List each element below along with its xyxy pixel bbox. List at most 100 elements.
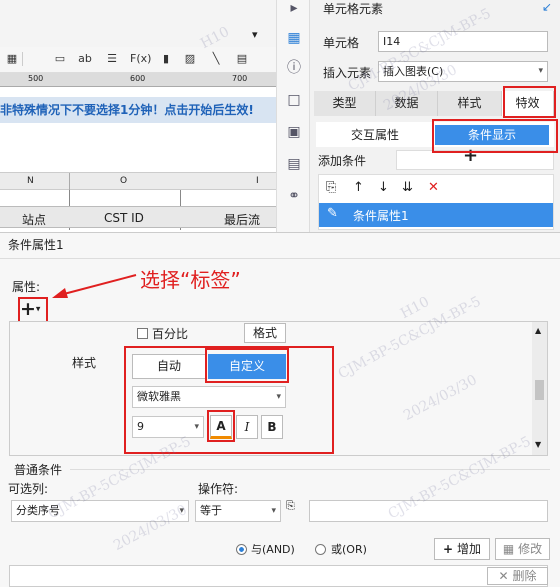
image-icon[interactable]: ▨ (182, 52, 198, 66)
operator-value: 等于 (200, 504, 222, 517)
insert-element-select[interactable]: 插入图表(C) ▾ (378, 61, 548, 82)
cell-input[interactable]: I14 (378, 31, 548, 52)
table-header-cell[interactable]: 站点 (22, 211, 46, 228)
annotation-text: 选择“标签” (140, 268, 241, 292)
delete-icon[interactable]: ✕ (428, 180, 439, 195)
sheet-icon[interactable]: ▤ (234, 52, 250, 66)
column-value: 分类序号 (16, 504, 60, 517)
merge-cells-icon[interactable]: ▭ (52, 52, 68, 66)
column-letter: I (256, 176, 259, 186)
side-icon-strip: ▸ ▦ ⓘ □ ▣ ▤ ⚭ (276, 0, 310, 232)
normal-condition-label: 普通条件 (14, 463, 63, 477)
value-input[interactable] (309, 500, 548, 522)
scrollbar[interactable]: ▲ ▼ (532, 322, 547, 455)
condition-item-label: 条件属性1 (353, 209, 409, 223)
tab-data[interactable]: 数据 (376, 91, 438, 116)
add-condition-label: 添加条件 (318, 154, 367, 168)
toolbar-dropdown-icon[interactable]: ▾ (252, 28, 258, 41)
table-header-row: 站点 CST ID 最后流 (0, 206, 276, 228)
highlight-box (503, 86, 556, 118)
scroll-down-icon[interactable]: ▼ (535, 440, 541, 449)
cell-label: 单元格 (323, 36, 360, 50)
list-icon[interactable]: ☰ (104, 52, 120, 66)
grid-icon[interactable]: ▦ (4, 52, 20, 66)
subtab-interaction[interactable]: 交互属性 (330, 126, 420, 144)
attribute-label: 属性: (12, 280, 41, 294)
highlight-box (207, 410, 235, 442)
percent-label: 百分比 (152, 327, 189, 341)
and-radio[interactable] (236, 544, 247, 555)
plus-icon: + (443, 542, 454, 556)
pencil-icon: ✎ (327, 206, 338, 221)
close-icon: ✕ (498, 569, 509, 583)
server-icon[interactable]: ▤ (286, 156, 302, 172)
ruler: 500 600 700 (0, 73, 276, 87)
column-letter: N (27, 176, 34, 186)
ruler-mark: 700 (232, 74, 248, 83)
delete-label: 删除 (512, 569, 537, 583)
formula-abc-icon[interactable]: ⎘ (286, 499, 295, 513)
highlight-box (18, 297, 48, 324)
operator-label: 操作符: (198, 482, 239, 496)
collapse-arrow-icon[interactable]: ↙ (542, 0, 552, 14)
arrow-up-icon[interactable]: ↑ (353, 180, 364, 195)
operator-select[interactable]: 等于 ▾ (195, 500, 281, 522)
modify-button[interactable]: ▦ 修改 (495, 538, 550, 560)
ruler-mark: 500 (28, 74, 44, 83)
add-label: 增加 (456, 542, 481, 556)
text-icon[interactable]: ab (77, 52, 93, 66)
panel-title: 单元格元素 (323, 2, 384, 16)
annotation-arrow (52, 274, 137, 298)
column-label: 可选列: (8, 482, 49, 496)
widget-icon[interactable]: ▣ (286, 124, 302, 140)
delete-button[interactable]: ✕ 删除 (487, 567, 548, 585)
column-letter: O (120, 176, 128, 186)
highlight-box (205, 348, 289, 383)
scroll-up-icon[interactable]: ▲ (535, 326, 541, 335)
scroll-thumb[interactable] (535, 380, 544, 400)
modify-label: 修改 (518, 542, 543, 556)
column-header: N O I (0, 172, 276, 191)
chevron-down-icon: ▾ (271, 506, 276, 516)
copy-icon[interactable]: ⎘ (326, 180, 336, 195)
highlight-box (432, 119, 558, 153)
insert-element-label: 插入元素 (323, 66, 372, 80)
move-bottom-icon[interactable]: ⇊ (402, 180, 413, 195)
divider (70, 469, 550, 470)
or-label: 或(OR) (331, 543, 367, 556)
style-label: 样式 (72, 356, 97, 370)
table-header-cell[interactable]: 最后流 (224, 211, 260, 228)
cell-attribute-icon[interactable]: ⓘ (286, 60, 302, 76)
ruler-mark: 600 (130, 74, 146, 83)
tab-style[interactable]: 样式 (438, 91, 502, 116)
border-icon[interactable]: □ (286, 92, 302, 108)
tab-type[interactable]: 类型 (314, 91, 376, 116)
percent-checkbox[interactable] (137, 328, 148, 339)
notice-text: 非特殊情况下不要选择1分钟！点击开始后生效! (0, 97, 276, 123)
table-header-cell[interactable]: CST ID (104, 211, 144, 225)
cell-element-panel: 单元格元素 ↙ 单元格 I14 插入元素 插入图表(C) ▾ 类型 数据 样式 … (310, 0, 560, 232)
insert-element-value: 插入图表(C) (383, 65, 444, 78)
and-label: 与(AND) (251, 543, 295, 556)
formatting-toolbar: ▦ ▭ ab ☰ F(x) ▮ ▨ ╲ ▤ (0, 47, 276, 73)
cell-element-icon[interactable]: ▦ (286, 30, 302, 46)
chevron-down-icon: ▾ (179, 506, 184, 516)
divider (0, 258, 560, 259)
slash-icon[interactable]: ╲ (208, 52, 224, 66)
edit-icon: ▦ (502, 542, 515, 556)
condition-list-item[interactable]: ✎ 条件属性1 (319, 203, 553, 227)
condition-list-box (9, 565, 548, 587)
dialog-title: 条件属性1 (8, 238, 64, 252)
column-select[interactable]: 分类序号 ▾ (11, 500, 189, 522)
arrow-down-icon[interactable]: ↓ (378, 180, 389, 195)
or-radio[interactable] (315, 544, 326, 555)
formula-icon[interactable]: F(x) (130, 52, 151, 66)
column-divider (69, 173, 70, 191)
chart-icon[interactable]: ▮ (158, 52, 174, 66)
format-button[interactable]: 格式 (244, 323, 286, 343)
link-icon[interactable]: ⚭ (286, 188, 302, 204)
chevron-down-icon: ▾ (538, 66, 543, 76)
add-button[interactable]: + 增加 (434, 538, 490, 560)
separator (22, 52, 38, 66)
expand-arrow-icon[interactable]: ▸ (286, 0, 302, 16)
